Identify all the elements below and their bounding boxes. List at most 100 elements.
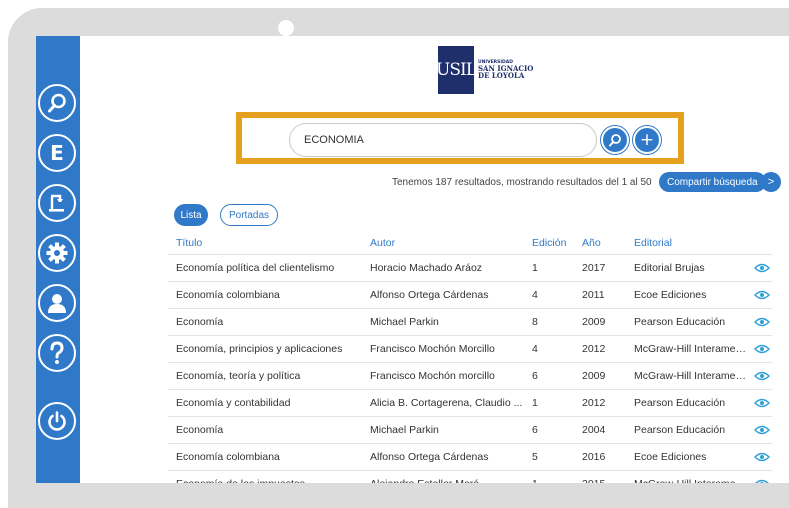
plus-icon: + xyxy=(639,129,655,150)
help-icon xyxy=(50,341,64,364)
row-title[interactable]: Economía colombiana xyxy=(176,444,362,470)
row-title[interactable]: Economía política del clientelismo xyxy=(176,255,362,281)
desk-lamp-icon xyxy=(49,194,64,212)
table-row[interactable]: Economía colombiana Alfonso Ortega Cárden… xyxy=(168,282,772,309)
gear-icon xyxy=(46,242,68,264)
header-edition[interactable]: Edición xyxy=(532,232,576,254)
sidebar-logout-button[interactable] xyxy=(38,402,76,440)
row-edition: 8 xyxy=(532,316,538,328)
table-row[interactable]: Economía y contabilidad Alicia B. Cortage… xyxy=(168,390,772,417)
row-publisher: Editorial Brujas xyxy=(634,262,705,274)
row-author: Alfonso Ortega Cárdenas xyxy=(370,451,489,463)
row-edition: 5 xyxy=(532,451,538,463)
view-covers-button[interactable]: Portadas xyxy=(220,204,278,226)
row-year: 2011 xyxy=(582,289,605,301)
row-year: 2009 xyxy=(582,370,606,382)
row-publisher: McGraw-Hill Interameri... xyxy=(634,370,748,382)
view-details-eye-icon[interactable] xyxy=(754,371,770,381)
view-details-eye-icon[interactable] xyxy=(754,263,770,273)
row-edition: 6 xyxy=(532,370,538,382)
usil-logo-mark: USIL xyxy=(436,46,477,94)
share-search-button[interactable]: Compartir búsqueda xyxy=(659,172,766,192)
logo-line-3: DE LOYOLA xyxy=(478,71,525,81)
results-summary: Tenemos 187 resultados, mostrando result… xyxy=(392,177,652,188)
row-year: 2016 xyxy=(582,451,606,463)
search-icon xyxy=(609,134,621,147)
search-icon xyxy=(48,93,66,113)
view-details-eye-icon[interactable] xyxy=(754,479,770,483)
sidebar: E xyxy=(36,36,80,483)
header-year[interactable]: Año xyxy=(582,232,622,254)
advanced-search-button[interactable]: + xyxy=(633,126,661,154)
header-title[interactable]: Título xyxy=(176,232,362,254)
row-title[interactable]: Economía xyxy=(176,309,362,335)
row-author: Michael Parkin xyxy=(370,424,439,436)
row-title[interactable]: Economía colombiana xyxy=(176,282,362,308)
university-logo: USIL UNIVERSIDAD SAN IGNACIO DE LOYOLA xyxy=(436,46,578,94)
row-author: Alicia B. Cortagerena, Claudio ... xyxy=(370,397,523,409)
row-year: 2017 xyxy=(582,262,606,274)
row-publisher: Pearson Educación xyxy=(634,397,726,409)
row-year: 2015 xyxy=(582,471,622,483)
view-details-eye-icon[interactable] xyxy=(754,398,770,408)
power-icon xyxy=(48,411,66,431)
row-title[interactable]: Economía, principios y aplicaciones xyxy=(176,336,362,362)
view-details-eye-icon[interactable] xyxy=(754,317,770,327)
view-list-button[interactable]: Lista xyxy=(174,204,208,226)
user-icon xyxy=(48,294,66,313)
row-title[interactable]: Economía y contabilidad xyxy=(176,390,362,416)
sidebar-lamp-button[interactable] xyxy=(38,184,76,222)
table-row[interactable]: Economía de los impuestos Alejandro Estel… xyxy=(168,471,772,483)
row-edition: 6 xyxy=(532,424,538,436)
sidebar-settings-button[interactable] xyxy=(38,234,76,272)
table-row[interactable]: Economía Michael Parkin 8 2009 Pearson Educa… xyxy=(168,309,772,336)
camera-dot xyxy=(278,20,294,36)
row-publisher: Ecoe Ediciones xyxy=(634,451,707,463)
row-year: 2009 xyxy=(582,316,606,328)
header-author[interactable]: Autor xyxy=(370,232,524,254)
search-input[interactable] xyxy=(289,123,597,157)
sidebar-profile-button[interactable] xyxy=(38,284,76,322)
next-page-button[interactable]: > xyxy=(761,172,781,192)
table-body: Economía política del clientelismo Horaci… xyxy=(168,255,772,483)
row-author: Francisco Mochón morcillo xyxy=(370,370,495,382)
row-publisher: Pearson Educación xyxy=(634,316,726,328)
row-publisher: Pearson Educación xyxy=(634,424,726,436)
view-details-eye-icon[interactable] xyxy=(754,425,770,435)
row-publisher: McGraw-Hill Interameri... xyxy=(634,343,748,355)
row-edition: 1 xyxy=(532,471,576,483)
table-row[interactable]: Economía, teoría y política Francisco Moc… xyxy=(168,363,772,390)
row-title[interactable]: Economía xyxy=(176,417,362,443)
row-edition: 1 xyxy=(532,397,538,409)
letter-e-icon: E xyxy=(50,141,64,165)
logo-text: UNIVERSIDAD SAN IGNACIO DE LOYOLA xyxy=(478,60,533,81)
row-title[interactable]: Economía de los impuestos xyxy=(176,471,362,483)
table-row[interactable]: Economía, principios y aplicaciones Franc… xyxy=(168,336,772,363)
row-author: Horacio Machado Aráoz xyxy=(370,262,483,274)
row-year: 2004 xyxy=(582,424,606,436)
sidebar-search-button[interactable] xyxy=(38,84,76,122)
view-details-eye-icon[interactable] xyxy=(754,344,770,354)
row-author: Michael Parkin xyxy=(370,316,439,328)
view-details-eye-icon[interactable] xyxy=(754,452,770,462)
sidebar-e-button[interactable]: E xyxy=(38,134,76,172)
row-edition: 1 xyxy=(532,262,538,274)
header-publisher[interactable]: Editorial xyxy=(634,232,748,254)
row-year: 2012 xyxy=(582,343,606,355)
row-edition: 4 xyxy=(532,343,538,355)
row-year: 2012 xyxy=(582,397,606,409)
row-publisher: Ecoe Ediciones xyxy=(634,289,707,301)
table-row[interactable]: Economía colombiana Alfonso Ortega Cárden… xyxy=(168,444,772,471)
table-header: Título Autor Edición Año Editorial xyxy=(168,232,772,255)
row-author: Francisco Mochón Morcillo xyxy=(370,343,495,355)
table-row[interactable]: Economía política del clientelismo Horaci… xyxy=(168,255,772,282)
row-title[interactable]: Economía, teoría y política xyxy=(176,363,362,389)
row-author: Alfonso Ortega Cárdenas xyxy=(370,289,489,301)
view-details-eye-icon[interactable] xyxy=(754,290,770,300)
sidebar-help-button[interactable] xyxy=(38,334,76,372)
row-publisher: McGraw-Hill Interameri... xyxy=(634,471,748,483)
results-table: Título Autor Edición Año Editorial Econo… xyxy=(168,232,772,483)
table-row[interactable]: Economía Michael Parkin 6 2004 Pearson Educa… xyxy=(168,417,772,444)
search-button[interactable] xyxy=(601,126,629,154)
row-author: Alejandro Esteller Moré xyxy=(370,471,524,483)
